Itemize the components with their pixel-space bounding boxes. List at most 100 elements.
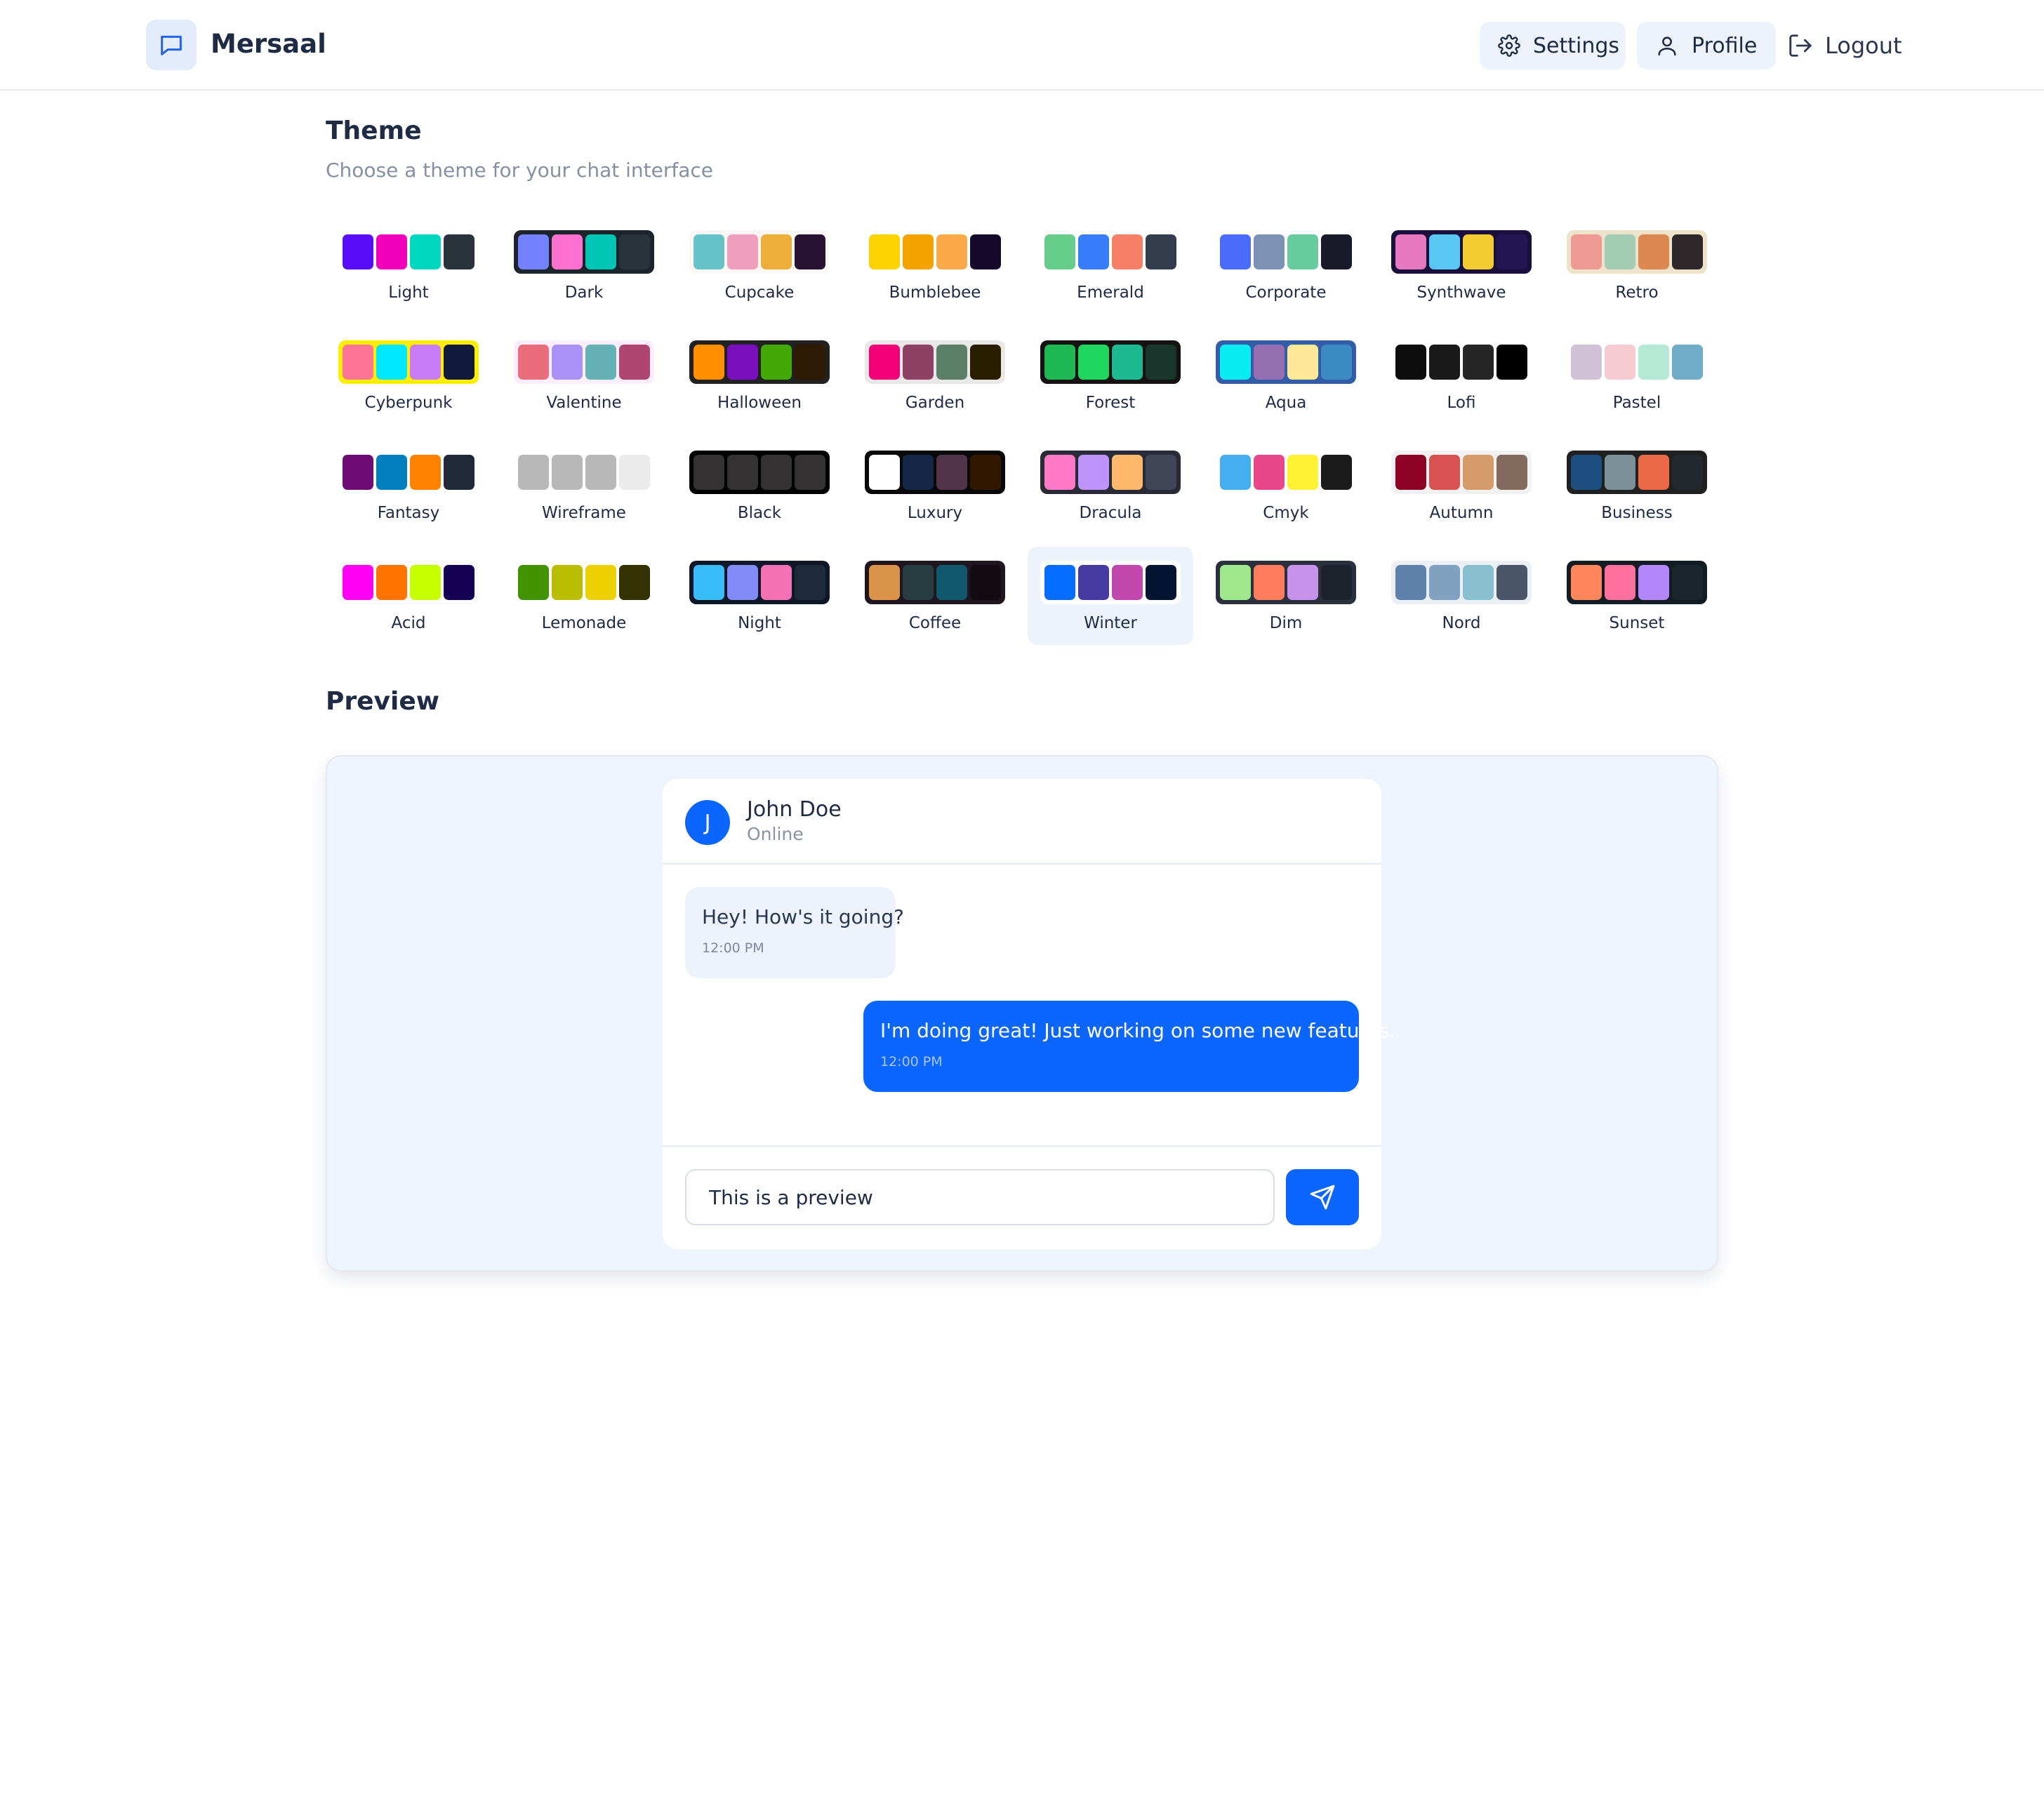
color-swatch [1321,565,1352,600]
chat-composer [663,1145,1381,1249]
theme-swatch-strip [514,451,654,494]
theme-option-night[interactable]: Night [677,547,842,645]
color-swatch [1605,455,1635,490]
color-swatch [619,455,650,490]
theme-option-autumn[interactable]: Autumn [1379,437,1544,535]
color-swatch [1044,234,1075,269]
color-swatch [694,345,724,380]
color-swatch [1287,234,1318,269]
theme-option-acid[interactable]: Acid [326,547,491,645]
theme-option-dim[interactable]: Dim [1203,547,1369,645]
theme-option-nord[interactable]: Nord [1379,547,1544,645]
color-swatch [518,565,549,600]
color-swatch [410,565,441,600]
color-swatch [694,234,724,269]
profile-button[interactable]: Profile [1637,22,1776,69]
theme-option-bumblebee[interactable]: Bumblebee [852,216,1018,314]
color-swatch [376,345,407,380]
theme-option-lemonade[interactable]: Lemonade [501,547,667,645]
theme-label: Acid [391,614,426,632]
message-input[interactable] [685,1169,1275,1225]
theme-option-black[interactable]: Black [677,437,842,535]
theme-label: Luxury [907,504,963,522]
theme-option-winter[interactable]: Winter [1028,547,1193,645]
theme-swatch-strip [865,340,1005,384]
color-swatch [1605,345,1635,380]
theme-swatch-strip [338,230,479,274]
chat-bubble-icon[interactable] [146,20,197,70]
color-swatch [727,345,758,380]
theme-label: Pastel [1612,394,1661,412]
color-swatch [410,345,441,380]
color-swatch [552,345,583,380]
color-swatch [444,455,474,490]
color-swatch [518,234,549,269]
theme-label: Wireframe [542,504,626,522]
theme-label: Autumn [1429,504,1494,522]
logout-button[interactable]: Logout [1786,22,1905,69]
color-swatch [970,455,1001,490]
theme-swatch-strip [338,451,479,494]
theme-option-fantasy[interactable]: Fantasy [326,437,491,535]
color-swatch [585,234,616,269]
color-swatch [1078,345,1109,380]
theme-option-business[interactable]: Business [1554,437,1720,535]
theme-swatch-strip [689,561,830,604]
color-swatch [936,565,967,600]
color-swatch [1496,345,1527,380]
theme-option-cupcake[interactable]: Cupcake [677,216,842,314]
theme-option-wireframe[interactable]: Wireframe [501,437,667,535]
color-swatch [1463,565,1494,600]
theme-option-aqua[interactable]: Aqua [1203,326,1369,425]
theme-label: Aqua [1265,394,1307,412]
color-swatch [1463,234,1494,269]
color-swatch [1287,565,1318,600]
theme-option-cyberpunk[interactable]: Cyberpunk [326,326,491,425]
color-swatch [1496,455,1527,490]
theme-option-synthwave[interactable]: Synthwave [1379,216,1544,314]
theme-swatch-strip [338,561,479,604]
theme-option-pastel[interactable]: Pastel [1554,326,1720,425]
theme-option-forest[interactable]: Forest [1028,326,1193,425]
theme-swatch-strip [1391,561,1532,604]
theme-option-lofi[interactable]: Lofi [1379,326,1544,425]
color-swatch [1254,565,1285,600]
color-swatch [1672,234,1703,269]
color-swatch [761,565,792,600]
color-swatch [869,565,900,600]
settings-button[interactable]: Settings [1480,22,1626,69]
theme-option-light[interactable]: Light [326,216,491,314]
theme-swatch-strip [514,561,654,604]
color-swatch [936,345,967,380]
theme-option-dark[interactable]: Dark [501,216,667,314]
theme-option-dracula[interactable]: Dracula [1028,437,1193,535]
message-time: 12:00 PM [880,1054,943,1070]
theme-label: Nord [1442,614,1481,632]
theme-swatch-strip [1040,230,1181,274]
theme-option-sunset[interactable]: Sunset [1554,547,1720,645]
color-swatch [727,455,758,490]
color-swatch [1112,455,1143,490]
color-swatch [761,455,792,490]
theme-option-halloween[interactable]: Halloween [677,326,842,425]
theme-option-luxury[interactable]: Luxury [852,437,1018,535]
theme-swatch-strip [1040,561,1181,604]
color-swatch [903,455,934,490]
theme-option-emerald[interactable]: Emerald [1028,216,1193,314]
color-swatch [727,565,758,600]
theme-label: Cyberpunk [364,394,453,412]
color-swatch [410,455,441,490]
theme-option-garden[interactable]: Garden [852,326,1018,425]
color-swatch [1496,234,1527,269]
color-swatch [619,565,650,600]
theme-option-coffee[interactable]: Coffee [852,547,1018,645]
theme-swatch-strip [865,230,1005,274]
theme-option-retro[interactable]: Retro [1554,216,1720,314]
theme-option-cmyk[interactable]: Cmyk [1203,437,1369,535]
app-name[interactable]: Mersaal [211,27,326,62]
theme-option-valentine[interactable]: Valentine [501,326,667,425]
theme-label: Coffee [908,614,962,632]
color-swatch [619,234,650,269]
send-button[interactable] [1286,1169,1359,1225]
theme-option-corporate[interactable]: Corporate [1203,216,1369,314]
